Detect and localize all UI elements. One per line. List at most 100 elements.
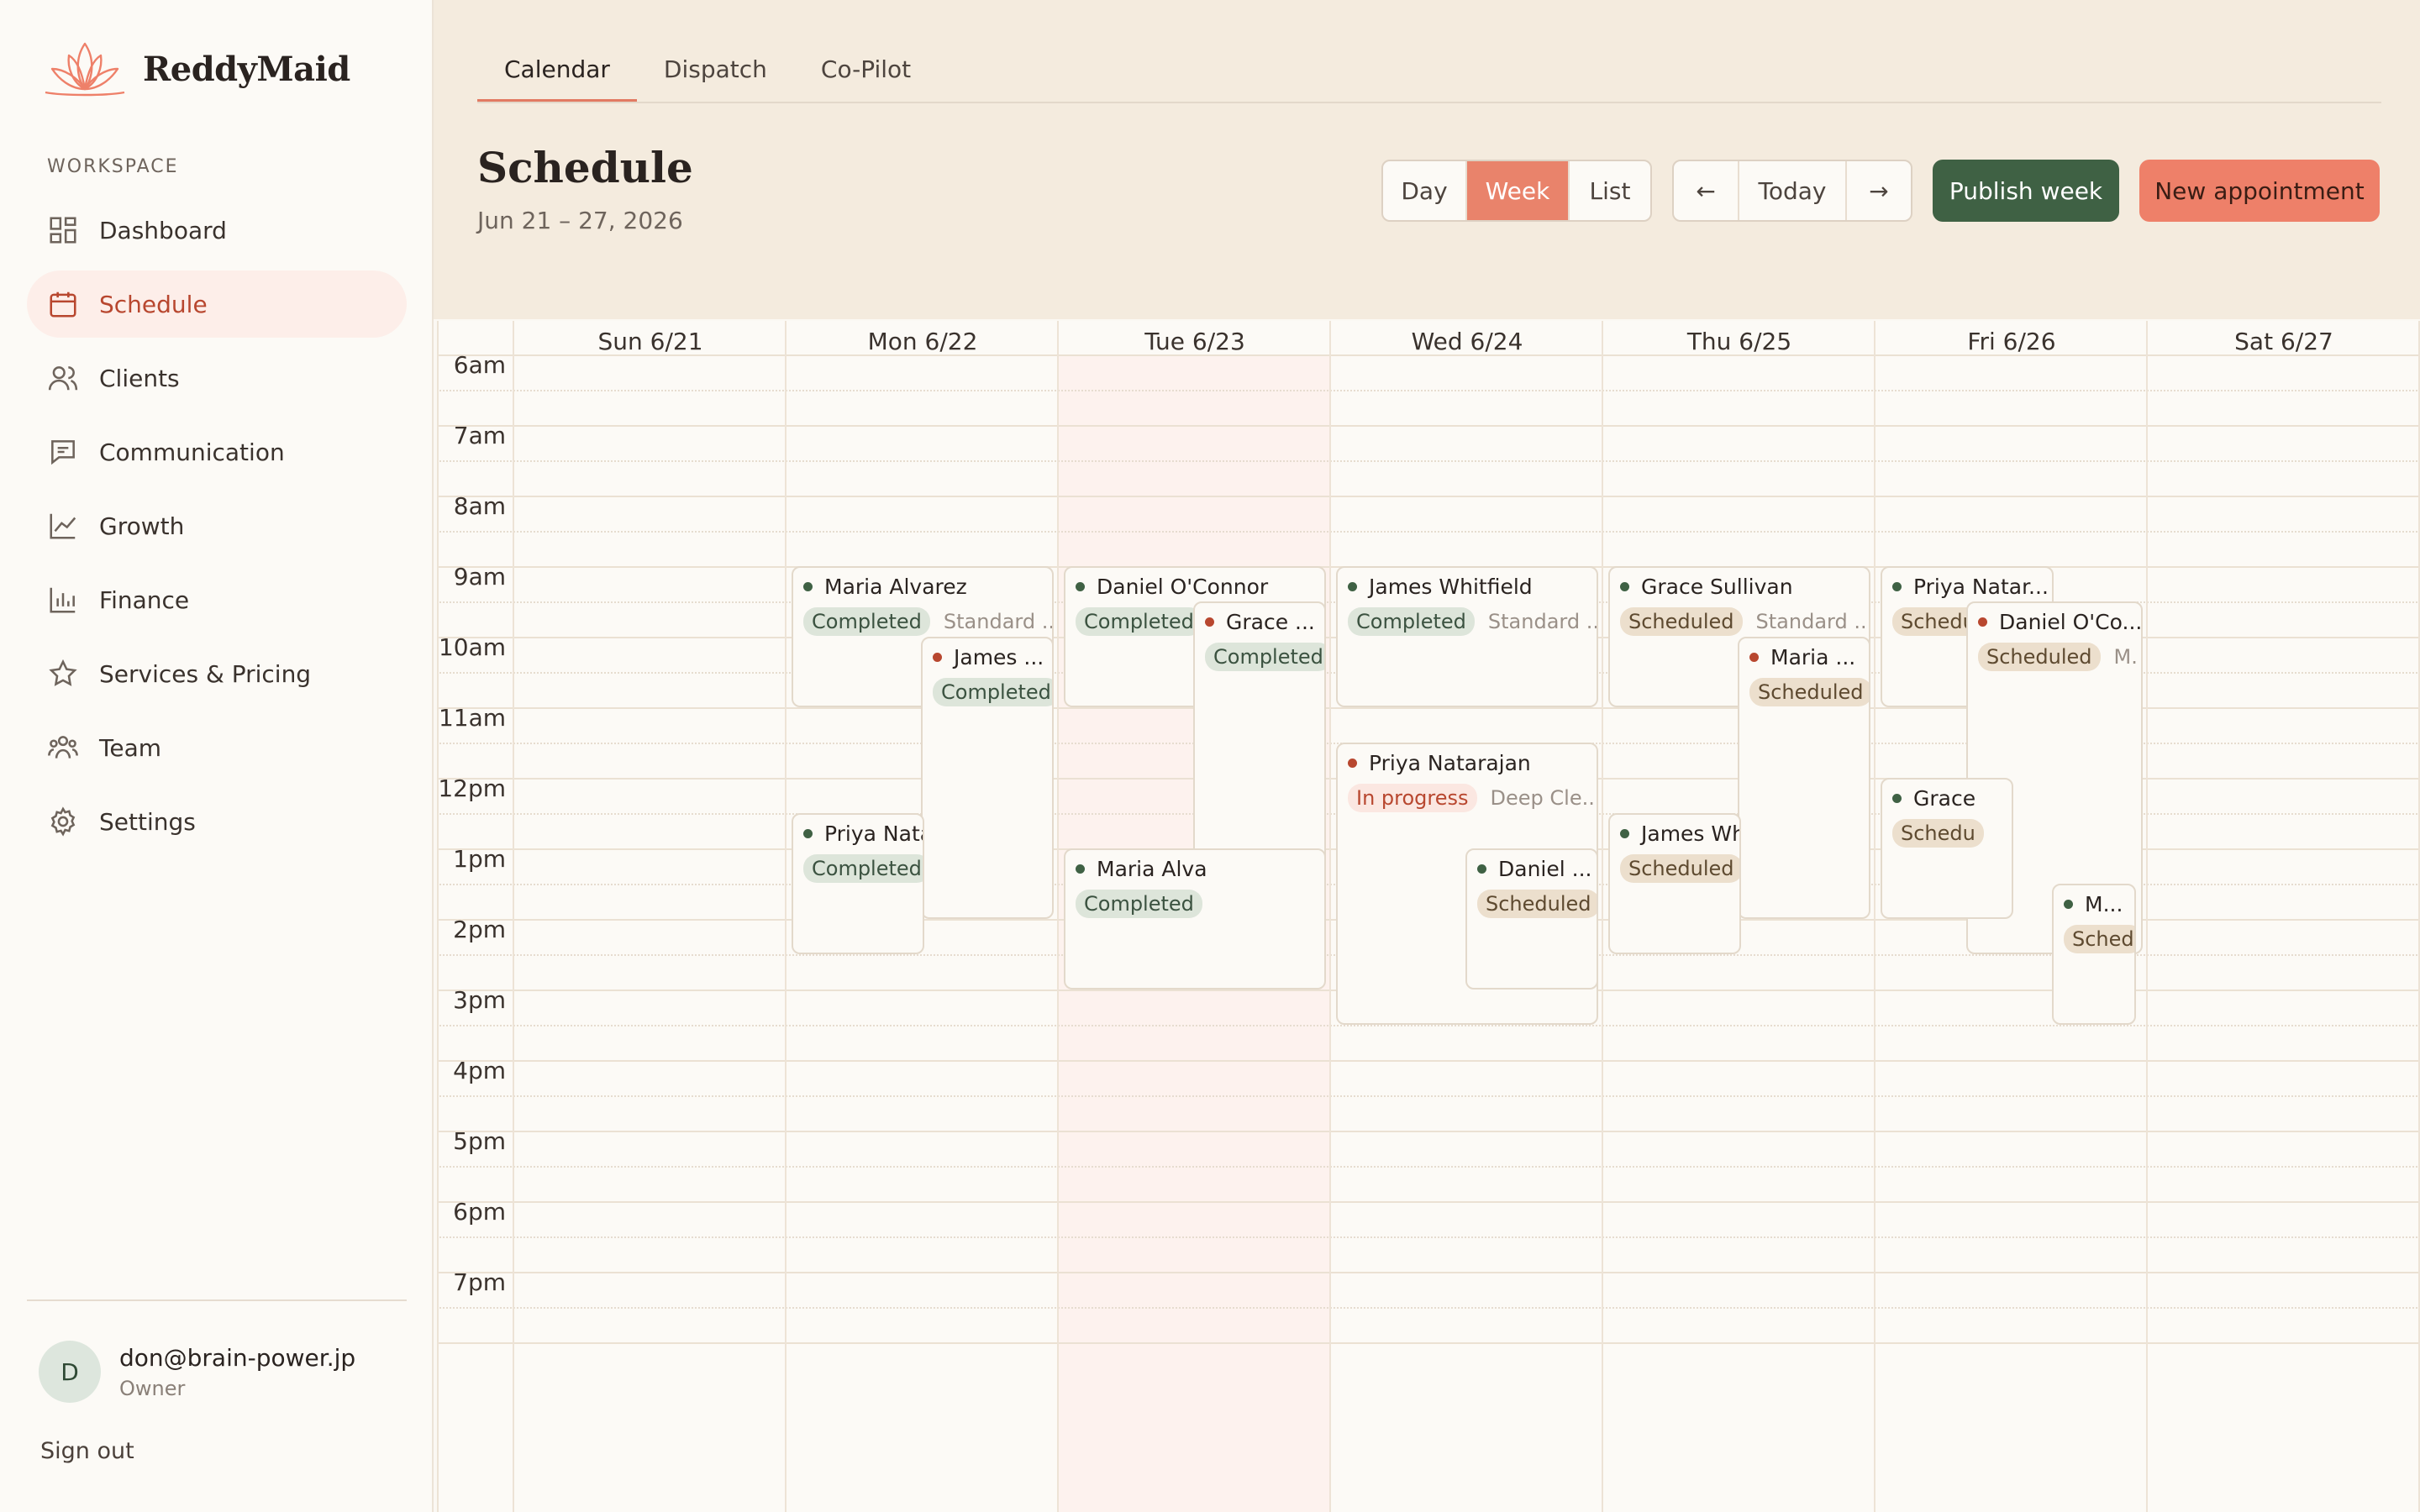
appointment-client: James Wh	[1620, 822, 1739, 846]
status-badge: Sched	[2064, 925, 2134, 953]
today-button[interactable]: Today	[1739, 161, 1847, 220]
half-hour-line	[437, 460, 2420, 462]
prev-week-button[interactable]: ←	[1674, 161, 1739, 220]
new-appointment-button[interactable]: New appointment	[2139, 160, 2380, 222]
day-header: Sun 6/21	[597, 328, 703, 355]
sidebar-item-finance[interactable]: Finance	[27, 566, 407, 633]
sidebar-item-dashboard[interactable]: Dashboard	[27, 197, 407, 264]
view-tabs: Calendar Dispatch Co-Pilot	[477, 52, 938, 102]
hour-label: 6am	[453, 351, 506, 379]
appointment-card[interactable]: M... Sched	[2052, 884, 2136, 1025]
sidebar-item-label: Dashboard	[99, 216, 227, 244]
date-navigator: ← Today →	[1672, 160, 1912, 222]
day-header: Tue 6/23	[1144, 328, 1245, 355]
publish-week-button[interactable]: Publish week	[1933, 160, 2119, 222]
sidebar-nav: Dashboard Schedule Clients Communication…	[27, 197, 407, 862]
tab-calendar[interactable]: Calendar	[477, 52, 637, 102]
appointment-client: James ...	[933, 645, 1052, 669]
sidebar-item-communication[interactable]: Communication	[27, 418, 407, 486]
tab-co-pilot[interactable]: Co-Pilot	[794, 52, 938, 102]
hour-label: 9am	[453, 563, 506, 591]
tab-dispatch[interactable]: Dispatch	[637, 52, 794, 102]
appointment-card[interactable]: Maria ... Scheduled	[1738, 637, 1870, 919]
status-dot-icon	[803, 829, 813, 838]
workspace-label: WORKSPACE	[47, 156, 179, 177]
appointment-card[interactable]: Priya Nata Completed	[792, 813, 924, 954]
view-day-button[interactable]: Day	[1383, 161, 1467, 220]
calendar-icon	[50, 291, 76, 318]
half-hour-line	[437, 1307, 2420, 1309]
appointment-card[interactable]: James Wh Scheduled	[1608, 813, 1741, 954]
appointment-meta: Completed Standard ...	[803, 607, 1052, 636]
client-name: Priya Natar...	[1913, 575, 2049, 599]
half-hour-line	[437, 1025, 2420, 1026]
appointment-client: Daniel ...	[1477, 857, 1597, 881]
day-header: Mon 6/22	[867, 328, 978, 355]
next-week-button[interactable]: →	[1847, 161, 1911, 220]
appointment-client: Priya Nata	[803, 822, 923, 846]
client-name: Maria Alva	[1097, 857, 1207, 881]
hour-label: 1pm	[453, 845, 506, 873]
status-dot-icon	[1978, 617, 1987, 627]
appointment-meta: Completed	[1205, 643, 1324, 671]
service-name: Standard ...	[943, 610, 1054, 633]
sidebar-item-label: Growth	[99, 512, 185, 540]
sidebar-item-services-pricing[interactable]: Services & Pricing	[27, 640, 407, 707]
sidebar-item-growth[interactable]: Growth	[27, 492, 407, 559]
status-dot-icon	[1892, 794, 1902, 803]
status-dot-icon	[933, 653, 942, 662]
day-column-line	[1057, 321, 1059, 1512]
status-dot-icon	[2064, 900, 2073, 909]
status-dot-icon	[1348, 759, 1357, 768]
client-name: Daniel O'Connor	[1097, 575, 1269, 599]
sidebar-item-label: Team	[99, 733, 162, 762]
appointment-client: Priya Natarajan	[1348, 751, 1597, 775]
half-hour-line	[437, 1236, 2420, 1238]
user-profile[interactable]: D don@brain-power.jp Owner	[39, 1341, 355, 1403]
appointment-meta: Schedu	[1892, 819, 2012, 848]
day-column-line	[1874, 321, 1876, 1512]
status-badge: Scheduled	[1620, 607, 1743, 636]
hour-label: 6pm	[453, 1198, 506, 1226]
view-list-button[interactable]: List	[1570, 161, 1650, 220]
sidebar-item-label: Finance	[99, 585, 190, 614]
appointment-card[interactable]: Grace Schedu	[1881, 778, 2013, 919]
trend-icon	[50, 513, 76, 539]
sign-out-link[interactable]: Sign out	[40, 1438, 134, 1464]
sidebar-item-team[interactable]: Team	[27, 714, 407, 781]
sidebar-item-clients[interactable]: Clients	[27, 344, 407, 412]
appointment-card[interactable]: Daniel ... Scheduled	[1465, 848, 1598, 990]
status-badge: Completed	[1076, 607, 1202, 636]
appointment-card[interactable]: James Whitfield Completed Standard ...	[1336, 566, 1598, 707]
date-range: Jun 21 – 27, 2026	[477, 207, 683, 234]
status-badge: Completed	[1348, 607, 1475, 636]
appointment-card[interactable]: James ... Completed	[921, 637, 1054, 919]
status-dot-icon	[803, 582, 813, 591]
sidebar-item-settings[interactable]: Settings	[27, 788, 407, 855]
status-badge: Completed	[1076, 890, 1202, 918]
hour-label: 8am	[453, 492, 506, 520]
grid-icon	[50, 217, 76, 244]
client-name: Grace	[1913, 786, 1976, 811]
appointment-client: Maria Alvarez	[803, 575, 1052, 599]
client-name: M...	[2085, 892, 2123, 916]
client-name: Grace ...	[1226, 610, 1315, 634]
view-week-button[interactable]: Week	[1467, 161, 1570, 220]
sidebar-item-schedule[interactable]: Schedule	[27, 270, 407, 338]
client-name: Maria Alvarez	[824, 575, 967, 599]
brand-logo[interactable]: ReddyMaid	[39, 37, 350, 101]
appointment-client: Daniel O'Connor	[1076, 575, 1324, 599]
appointment-card[interactable]: Maria Alva Completed	[1064, 848, 1326, 990]
user-role: Owner	[119, 1376, 186, 1400]
hour-line	[437, 1201, 2420, 1203]
hour-label: 11am	[438, 704, 506, 732]
day-header: Sat 6/27	[2234, 328, 2333, 355]
day-column-line	[785, 321, 786, 1512]
appointment-client: Grace	[1892, 786, 2012, 811]
appointment-meta: Completed	[933, 678, 1052, 706]
status-badge: Completed	[803, 607, 930, 636]
appointment-client: Daniel O'Co...	[1978, 610, 2141, 634]
service-name: Deep Cle...	[1490, 786, 1598, 810]
hour-label: 7pm	[453, 1268, 506, 1296]
status-dot-icon	[1892, 582, 1902, 591]
